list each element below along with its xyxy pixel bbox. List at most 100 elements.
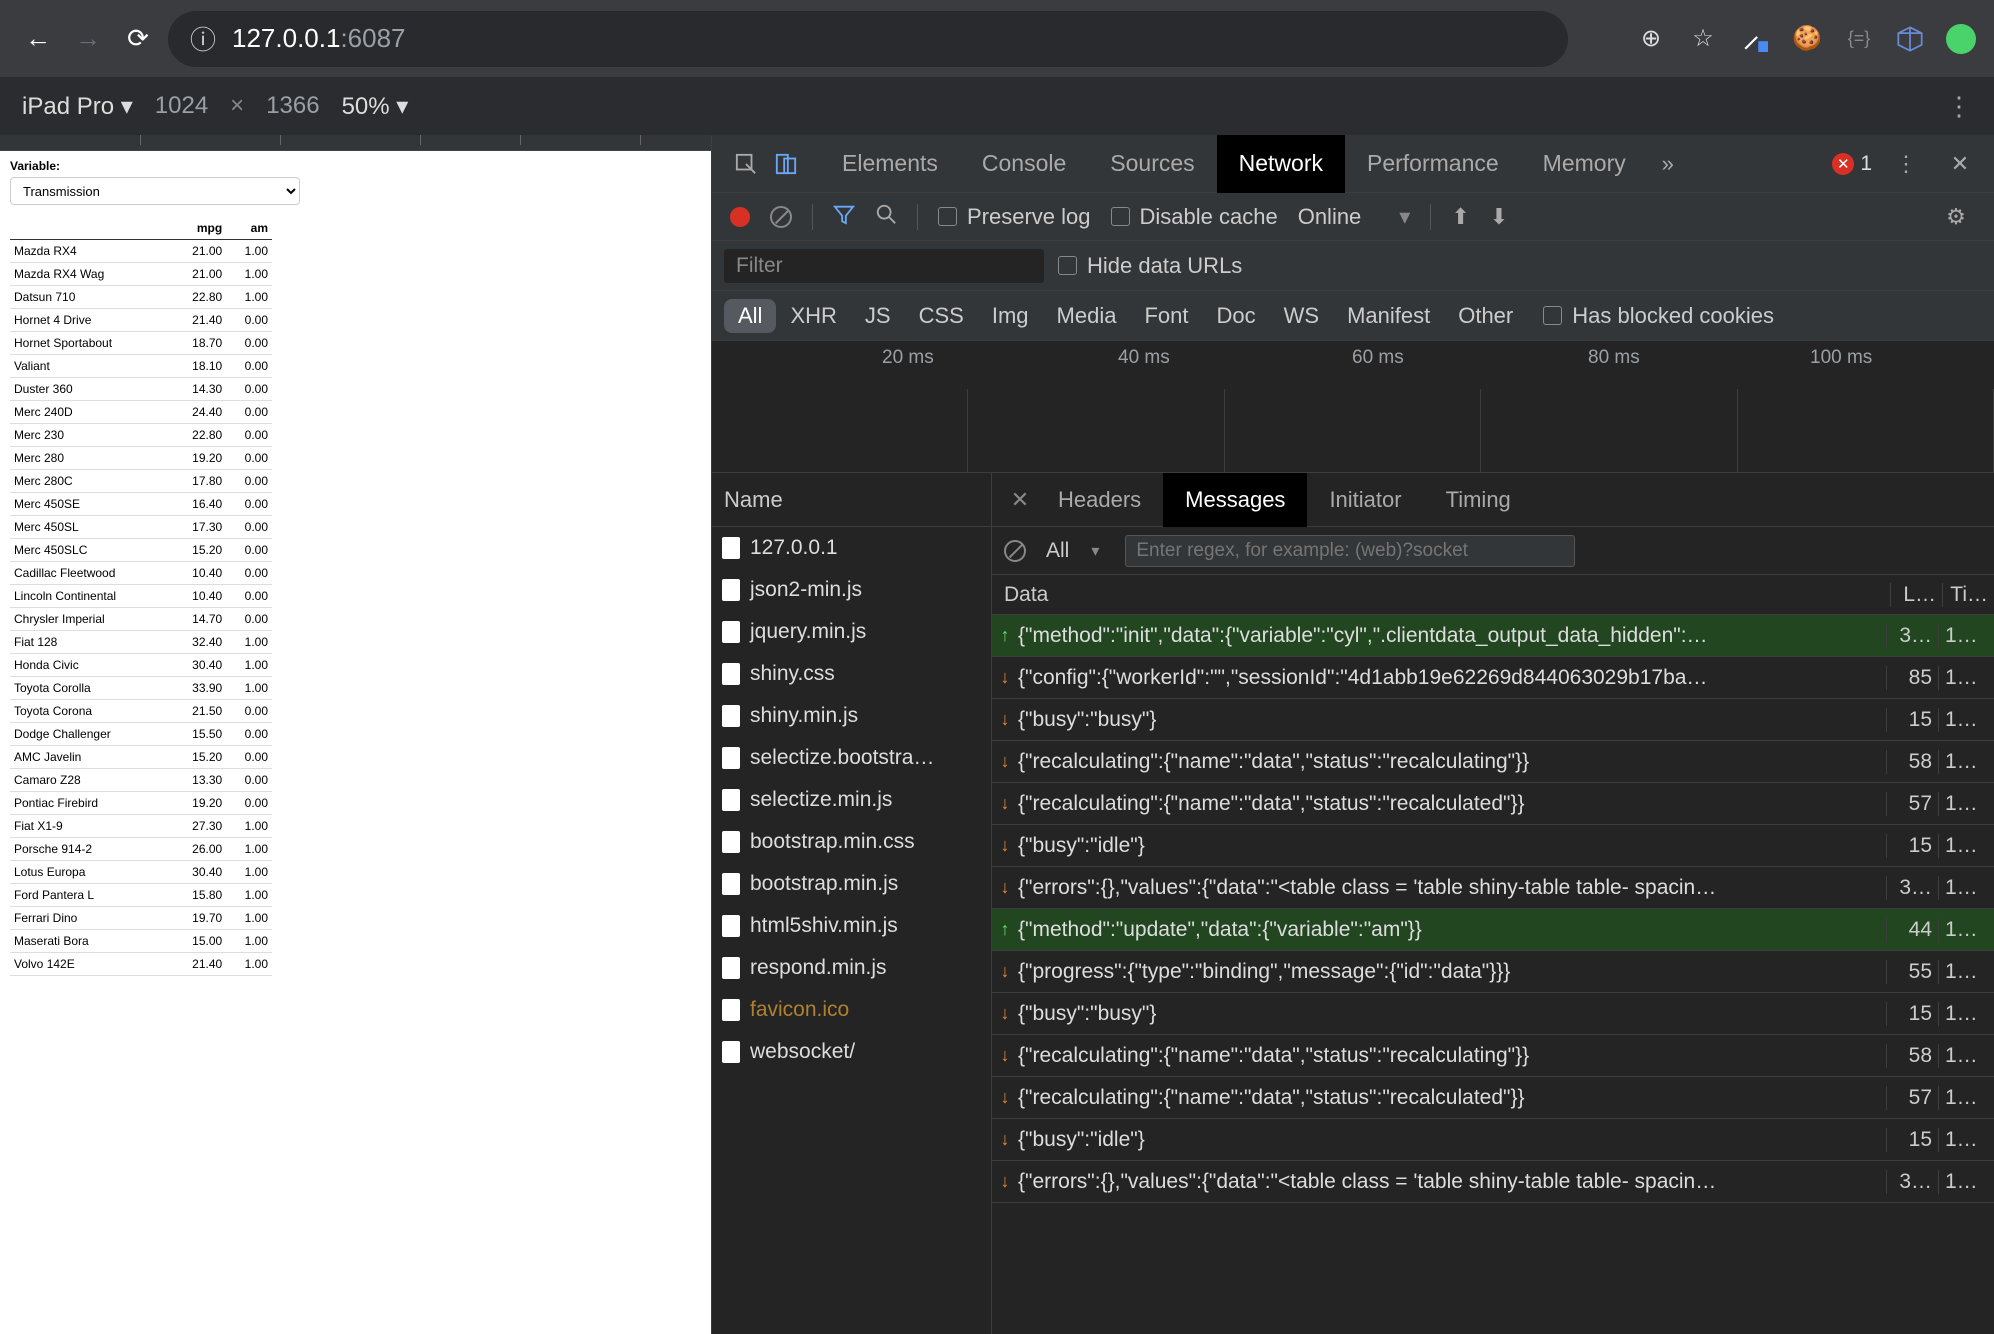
address-bar[interactable]: ⓘ 127.0.0.1:6087: [168, 11, 1568, 67]
blocked-cookies-checkbox[interactable]: Has blocked cookies: [1543, 303, 1774, 329]
type-chip-all[interactable]: All: [724, 299, 776, 333]
type-chip-other[interactable]: Other: [1444, 299, 1527, 333]
request-row[interactable]: selectize.min.js: [712, 779, 991, 821]
request-row[interactable]: jquery.min.js: [712, 611, 991, 653]
clear-button[interactable]: [770, 206, 792, 228]
hide-data-urls-checkbox[interactable]: Hide data URLs: [1058, 253, 1242, 279]
detail-close-icon[interactable]: ✕: [1004, 487, 1036, 513]
devtools-tab-console[interactable]: Console: [960, 135, 1088, 193]
devtools-tab-elements[interactable]: Elements: [820, 135, 960, 193]
type-chip-ws[interactable]: WS: [1270, 299, 1333, 333]
upload-icon[interactable]: ⬆: [1451, 204, 1469, 230]
braces-icon[interactable]: {=}: [1844, 24, 1874, 54]
back-button[interactable]: ←: [18, 19, 58, 59]
record-button[interactable]: [730, 207, 750, 227]
type-chip-doc[interactable]: Doc: [1202, 299, 1269, 333]
filter-input[interactable]: [724, 249, 1044, 283]
error-badge[interactable]: ✕1: [1832, 152, 1872, 176]
ws-message-row[interactable]: ↓{"busy":"idle"}151…: [992, 825, 1994, 867]
message-filter-bar: All ▾: [992, 527, 1994, 575]
devtools-tab-performance[interactable]: Performance: [1345, 135, 1521, 193]
type-chip-js[interactable]: JS: [851, 299, 905, 333]
ws-message-row[interactable]: ↓{"errors":{},"values":{"data":"<table c…: [992, 867, 1994, 909]
zoom-select[interactable]: 50% ▾: [342, 92, 409, 121]
ws-message-row[interactable]: ↓{"recalculating":{"name":"data","status…: [992, 741, 1994, 783]
request-row[interactable]: favicon.ico: [712, 989, 991, 1031]
dropdown-icon[interactable]: ▾: [1091, 541, 1099, 561]
ws-message-row[interactable]: ↓{"progress":{"type":"binding","message"…: [992, 951, 1994, 993]
ws-message-row[interactable]: ↓{"config":{"workerId":"","sessionId":"4…: [992, 657, 1994, 699]
network-settings-icon[interactable]: ⚙: [1936, 197, 1976, 237]
device-select[interactable]: iPad Pro ▾: [22, 92, 133, 121]
ws-message-row[interactable]: ↓{"busy":"busy"}151…: [992, 699, 1994, 741]
ws-message-row[interactable]: ↓{"recalculating":{"name":"data","status…: [992, 1035, 1994, 1077]
request-row[interactable]: shiny.min.js: [712, 695, 991, 737]
table-row: Valiant18.100.00: [10, 355, 272, 378]
timeline[interactable]: 20 ms 40 ms 60 ms 80 ms 100 ms: [712, 341, 1994, 473]
type-chip-css[interactable]: CSS: [905, 299, 978, 333]
request-row[interactable]: selectize.bootstra…: [712, 737, 991, 779]
inspect-icon[interactable]: [726, 144, 766, 184]
wand-icon[interactable]: [1740, 24, 1770, 54]
devtools-tab-memory[interactable]: Memory: [1521, 135, 1648, 193]
bookmark-icon[interactable]: ☆: [1688, 24, 1718, 54]
request-row[interactable]: bootstrap.min.js: [712, 863, 991, 905]
table-row: AMC Javelin15.200.00: [10, 746, 272, 769]
request-row[interactable]: websocket/: [712, 1031, 991, 1073]
more-tabs-icon[interactable]: »: [1648, 144, 1688, 184]
request-row[interactable]: 127.0.0.1: [712, 527, 991, 569]
table-row: Camaro Z2813.300.00: [10, 769, 272, 792]
disable-cache-checkbox[interactable]: Disable cache: [1111, 204, 1278, 230]
devtools-menu-icon[interactable]: ⋮: [1886, 144, 1926, 184]
ws-message-row[interactable]: ↓{"busy":"busy"}151…: [992, 993, 1994, 1035]
clear-messages-button[interactable]: [1004, 540, 1026, 562]
detail-tab-initiator[interactable]: Initiator: [1307, 473, 1423, 527]
type-chip-manifest[interactable]: Manifest: [1333, 299, 1444, 333]
throttling-select[interactable]: Online▾: [1298, 204, 1411, 230]
ws-message-row[interactable]: ↑{"method":"update","data":{"variable":"…: [992, 909, 1994, 951]
filter-icon[interactable]: [833, 203, 855, 231]
message-filter-all[interactable]: All: [1046, 539, 1069, 563]
devtools-tab-network[interactable]: Network: [1217, 135, 1345, 193]
viewport-width[interactable]: 1024: [155, 92, 208, 120]
download-icon[interactable]: ⬇: [1490, 204, 1508, 230]
type-chip-xhr[interactable]: XHR: [776, 299, 850, 333]
ws-message-row[interactable]: ↓{"errors":{},"values":{"data":"<table c…: [992, 1161, 1994, 1203]
forward-button[interactable]: →: [68, 19, 108, 59]
request-row[interactable]: shiny.css: [712, 653, 991, 695]
table-row: Merc 450SE16.400.00: [10, 493, 272, 516]
request-row[interactable]: bootstrap.min.css: [712, 821, 991, 863]
table-row: Dodge Challenger15.500.00: [10, 723, 272, 746]
request-row[interactable]: json2-min.js: [712, 569, 991, 611]
devtools-close-icon[interactable]: ✕: [1940, 144, 1980, 184]
reload-button[interactable]: ⟳: [118, 19, 158, 59]
table-row: Merc 280C17.800.00: [10, 470, 272, 493]
ws-message-row[interactable]: ↓{"recalculating":{"name":"data","status…: [992, 783, 1994, 825]
table-row: Ford Pantera L15.801.00: [10, 884, 272, 907]
type-chip-img[interactable]: Img: [978, 299, 1043, 333]
request-row[interactable]: html5shiv.min.js: [712, 905, 991, 947]
name-column-header[interactable]: Name: [712, 473, 991, 527]
viewport-height[interactable]: 1366: [266, 92, 319, 120]
preserve-log-checkbox[interactable]: Preserve log: [938, 204, 1091, 230]
detail-tab-timing[interactable]: Timing: [1424, 473, 1533, 527]
request-row[interactable]: respond.min.js: [712, 947, 991, 989]
type-chip-media[interactable]: Media: [1043, 299, 1131, 333]
variable-label: Variable:: [10, 159, 701, 173]
search-icon[interactable]: [875, 203, 897, 231]
ws-message-row[interactable]: ↑{"method":"init","data":{"variable":"cy…: [992, 615, 1994, 657]
device-mode-icon[interactable]: [766, 144, 806, 184]
detail-tab-headers[interactable]: Headers: [1036, 473, 1163, 527]
cookie-icon[interactable]: 🍪: [1792, 24, 1822, 54]
devtools-tab-sources[interactable]: Sources: [1088, 135, 1216, 193]
detail-tab-messages[interactable]: Messages: [1163, 473, 1307, 527]
profile-avatar[interactable]: [1946, 24, 1976, 54]
ws-message-row[interactable]: ↓{"busy":"idle"}151…: [992, 1119, 1994, 1161]
cube-icon[interactable]: [1896, 25, 1924, 53]
ws-message-row[interactable]: ↓{"recalculating":{"name":"data","status…: [992, 1077, 1994, 1119]
zoom-icon[interactable]: ⊕: [1636, 24, 1666, 54]
message-filter-input[interactable]: [1125, 535, 1575, 567]
variable-select[interactable]: Transmission: [10, 177, 300, 205]
type-chip-font[interactable]: Font: [1130, 299, 1202, 333]
device-menu-icon[interactable]: ⋮: [1946, 91, 1972, 122]
